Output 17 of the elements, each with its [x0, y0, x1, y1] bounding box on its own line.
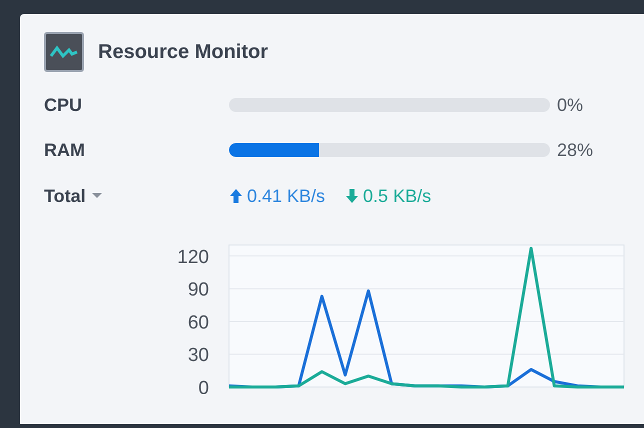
caret-icon [92, 193, 102, 199]
download-rate: 0.5 KB/s [363, 184, 432, 208]
meter-reading: 28% [557, 138, 594, 162]
y-axis-label: 90 [188, 280, 209, 301]
meter-reading: 0% [557, 94, 584, 116]
y-axis-label: 0 [198, 378, 209, 394]
total-dropdown[interactable]: Total [44, 182, 229, 210]
pulse-icon [44, 32, 84, 72]
meter-label: RAM [44, 138, 86, 162]
upload-arrow-icon [229, 188, 243, 204]
y-axis-label: 60 [188, 312, 209, 334]
y-axis-label: 120 [177, 246, 209, 268]
meter-label: CPU [44, 94, 84, 116]
y-axis-label: 30 [188, 345, 209, 366]
widget-title: Resource Monitor [98, 40, 268, 65]
upload-rate: 0.41 KB/s [247, 184, 326, 208]
download-arrow-icon [345, 188, 360, 204]
